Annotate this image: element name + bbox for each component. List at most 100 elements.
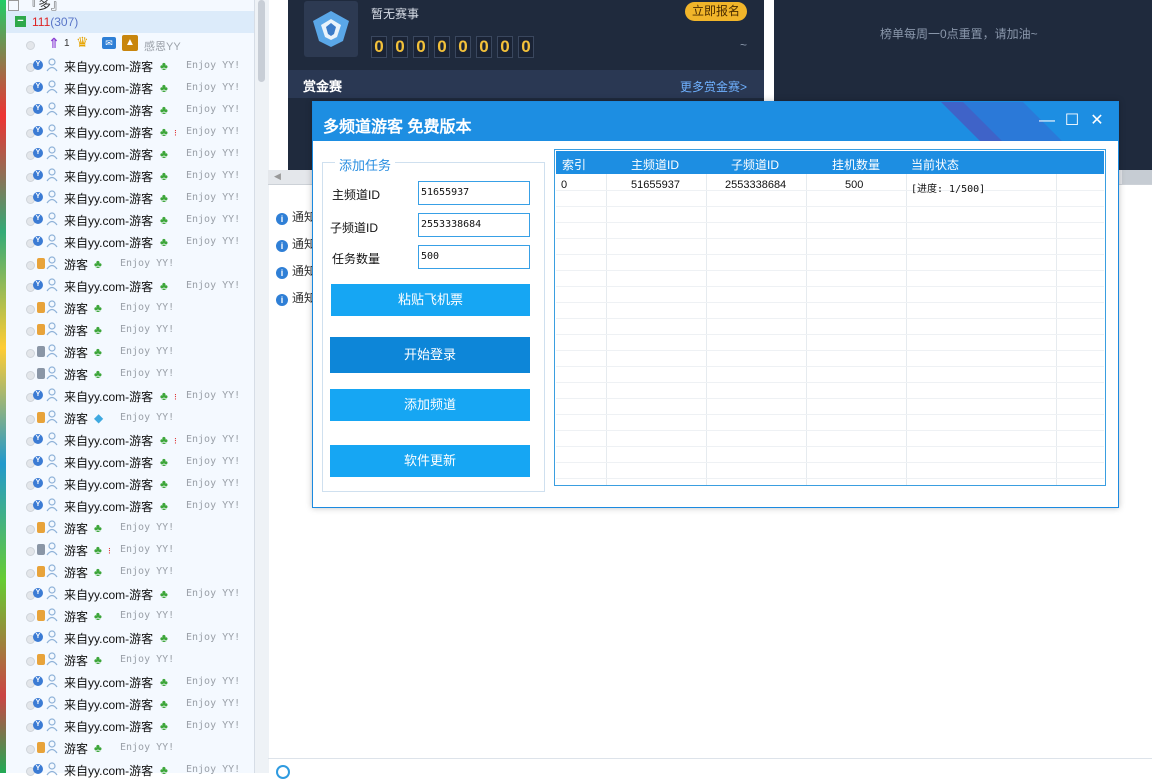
- yy-badge-icon: Y: [33, 500, 43, 510]
- score-digit: 0: [455, 36, 471, 58]
- list-item[interactable]: 游客 ♣ Enjoy YY!: [6, 253, 254, 275]
- column-header[interactable]: 索引: [562, 156, 586, 173]
- add-task-group-title: 添加任务: [335, 155, 396, 174]
- list-item[interactable]: 游客 ♣ Enjoy YY!: [6, 561, 254, 583]
- task-count-input[interactable]: 500: [418, 245, 530, 269]
- list-item[interactable]: Y 来自yy.com-游客 ♣ Enjoy YY!: [6, 143, 254, 165]
- guest-person-icon: [46, 696, 58, 710]
- minimize-icon[interactable]: —: [1038, 112, 1056, 130]
- list-item[interactable]: 游客 ◆ Enjoy YY!: [6, 407, 254, 429]
- list-item[interactable]: Y 来自yy.com-游客 ♣ Enjoy YY!: [6, 165, 254, 187]
- signature-text: Enjoy YY!: [120, 258, 175, 269]
- list-item[interactable]: Y 来自yy.com-游客 ♣ Enjoy YY!: [6, 187, 254, 209]
- maximize-icon[interactable]: ☐: [1063, 112, 1081, 130]
- yy-badge-icon: Y: [33, 60, 43, 70]
- yy-badge-icon: Y: [33, 720, 43, 730]
- signature-text: Enjoy YY!: [186, 632, 241, 643]
- crown-icon: ♛: [76, 34, 89, 50]
- yy-badge-icon: Y: [33, 82, 43, 92]
- signature-text: Enjoy YY!: [186, 698, 241, 709]
- notice-item[interactable]: i 通知: [276, 262, 316, 279]
- member-nick: 游客: [64, 368, 89, 382]
- list-item[interactable]: Y 来自yy.com-游客 ♣ Enjoy YY!: [6, 99, 254, 121]
- row-divider: [556, 398, 1104, 399]
- list-item[interactable]: Y 来自yy.com-游客 ♣ Enjoy YY!: [6, 451, 254, 473]
- list-item[interactable]: Y 来自yy.com-游客 ♣ ⁝ Enjoy YY!: [6, 429, 254, 451]
- list-item[interactable]: Y 来自yy.com-游客 ♣ Enjoy YY!: [6, 209, 254, 231]
- list-item[interactable]: Y 来自yy.com-游客 ♣ Enjoy YY!: [6, 473, 254, 495]
- column-header[interactable]: 主频道ID: [631, 156, 679, 173]
- signature-text: Enjoy YY!: [186, 170, 241, 181]
- list-item[interactable]: Y 来自yy.com-游客 ♣ Enjoy YY!: [6, 495, 254, 517]
- signup-button[interactable]: 立即报名: [685, 2, 747, 21]
- cell-index: 0: [561, 179, 568, 191]
- add-channel-button[interactable]: 添加频道: [330, 389, 530, 421]
- list-item[interactable]: Y 来自yy.com-游客 ♣ ⁝ Enjoy YY!: [6, 385, 254, 407]
- signature-text: Enjoy YY!: [120, 368, 175, 379]
- scroll-thumb[interactable]: [1122, 170, 1152, 184]
- list-item[interactable]: Y 来自yy.com-游客 ♣ Enjoy YY!: [6, 583, 254, 605]
- notice-item[interactable]: i 通知: [276, 289, 316, 306]
- status-dot: [26, 371, 35, 380]
- list-item[interactable]: 游客 ♣ Enjoy YY!: [6, 341, 254, 363]
- signature-text: Enjoy YY!: [186, 60, 241, 71]
- list-item[interactable]: 游客 ♣ Enjoy YY!: [6, 297, 254, 319]
- dialog-titlebar[interactable]: 多频道游客 免费版本 — ☐ ✕: [313, 102, 1118, 141]
- vip-nick: 感恩YY: [144, 41, 181, 53]
- column-header[interactable]: 当前状态: [911, 156, 959, 173]
- member-nick: 游客: [64, 654, 89, 668]
- circle-icon[interactable]: [276, 765, 290, 779]
- start-login-button[interactable]: 开始登录: [330, 337, 530, 373]
- diamond-icon: ◆: [94, 411, 104, 425]
- tree-icon: ♣: [160, 279, 168, 293]
- list-item[interactable]: Y 来自yy.com-游客 ♣ ⁝ Enjoy YY!: [6, 121, 254, 143]
- list-item[interactable]: Y 来自yy.com-游客 ♣ Enjoy YY!: [6, 55, 254, 77]
- list-item[interactable]: 游客 ♣ Enjoy YY!: [6, 649, 254, 671]
- list-item[interactable]: Y 来自yy.com-游客 ♣ Enjoy YY!: [6, 715, 254, 737]
- list-item[interactable]: Y 来自yy.com-游客 ♣ Enjoy YY!: [6, 231, 254, 253]
- main-channel-input[interactable]: 51655937: [418, 181, 530, 205]
- member-nick: 游客: [64, 544, 89, 558]
- signature-text: Enjoy YY!: [186, 390, 241, 401]
- member-list-scrollbar[interactable]: [254, 0, 269, 773]
- notice-item[interactable]: i 通知: [276, 208, 316, 225]
- list-item[interactable]: 游客 ♣ Enjoy YY!: [6, 517, 254, 539]
- list-item[interactable]: 游客 ♣ ⁝ Enjoy YY!: [6, 539, 254, 561]
- scroll-left-icon[interactable]: ◀: [274, 171, 281, 182]
- list-item[interactable]: 游客 ♣ Enjoy YY!: [6, 363, 254, 385]
- tree-icon: ♣: [94, 565, 102, 579]
- vip-member-row[interactable]: ⇑ 1 ♛ ✉ ▲ 感恩YY: [6, 33, 254, 55]
- column-header[interactable]: 挂机数量: [832, 156, 880, 173]
- cell-main-id: 51655937: [631, 179, 680, 191]
- row-divider: [556, 350, 1104, 351]
- list-item[interactable]: Y 来自yy.com-游客 ♣ Enjoy YY!: [6, 77, 254, 99]
- guest-person-icon: [46, 58, 58, 72]
- guest-person-icon: [46, 344, 58, 358]
- collapse-icon[interactable]: −: [15, 16, 26, 27]
- close-icon[interactable]: ✕: [1088, 112, 1106, 130]
- group-header[interactable]: 『多』: [8, 0, 64, 12]
- member-nick: 游客: [64, 522, 89, 536]
- match-logo: [304, 1, 358, 57]
- paste-ticket-button[interactable]: 粘贴飞机票: [331, 284, 530, 316]
- sub-channel-input[interactable]: 2553338684: [418, 213, 530, 237]
- signature-text: Enjoy YY!: [120, 412, 175, 423]
- list-item[interactable]: Y 来自yy.com-游客 ♣ Enjoy YY!: [6, 627, 254, 649]
- list-item[interactable]: Y 来自yy.com-游客 ♣ Enjoy YY!: [6, 671, 254, 693]
- channel-row[interactable]: − 111(307): [6, 11, 254, 33]
- notice-item[interactable]: i 通知: [276, 235, 316, 252]
- list-item[interactable]: 游客 ♣ Enjoy YY!: [6, 319, 254, 341]
- scroll-thumb[interactable]: [258, 0, 265, 82]
- list-item[interactable]: Y 来自yy.com-游客 ♣ Enjoy YY!: [6, 759, 254, 781]
- list-item[interactable]: Y 来自yy.com-游客 ♣ Enjoy YY!: [6, 275, 254, 297]
- list-item[interactable]: 游客 ♣ Enjoy YY!: [6, 737, 254, 759]
- more-bounty-link[interactable]: 更多赏金赛>: [680, 78, 747, 95]
- row-divider: [556, 222, 1104, 223]
- list-item[interactable]: 游客 ♣ Enjoy YY!: [6, 605, 254, 627]
- software-update-button[interactable]: 软件更新: [330, 445, 530, 477]
- channel-count: (307): [50, 15, 79, 29]
- list-item[interactable]: Y 来自yy.com-游客 ♣ Enjoy YY!: [6, 693, 254, 715]
- column-header[interactable]: 子频道ID: [731, 156, 779, 173]
- info-icon: i: [276, 213, 288, 225]
- tree-icon: ♣: [94, 257, 102, 271]
